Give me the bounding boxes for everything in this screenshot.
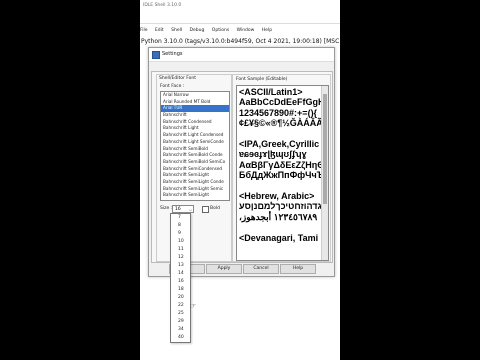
font-face-label: Font Face : (160, 84, 185, 89)
size-option[interactable]: 18 (171, 286, 190, 294)
font-frame: Shell/Editor Font Font Face : Arial Narr… (156, 74, 232, 262)
dialog-title: Settings (162, 51, 183, 57)
font-list-item[interactable]: Bahnschrift SemiLight Semic (161, 186, 229, 193)
sample-scrollbar[interactable] (321, 86, 328, 260)
font-frame-label: Shell/Editor Font (159, 76, 197, 81)
tab-bar: Fonts/Tabs Highlights Keys Windows Shell… (151, 63, 311, 82)
font-list-item[interactable]: Bahnschrift Light SemiConde (161, 139, 229, 146)
font-list-item[interactable]: Bahnschrift Condensed (161, 119, 229, 126)
size-option[interactable]: 9 (171, 230, 190, 238)
menu-edit[interactable]: Edit (155, 28, 164, 33)
font-list-item[interactable]: Bahnschrift SemiCondensed (161, 166, 229, 173)
size-dropdown-list[interactable]: 7 8 9 10 11 12 13 14 16 18 20 22 25 29 3… (170, 213, 191, 343)
menu-options[interactable]: Options (212, 28, 229, 33)
mouse-cursor-icon: ☞ (190, 302, 197, 310)
font-sample-frame: Font Sample (Editable) <ASCII/Latin1> Aa… (232, 74, 331, 262)
font-list-item[interactable]: Arial Narrow (161, 92, 229, 99)
shell-menubar: File Edit Shell Debug Options Window Hel… (140, 28, 340, 35)
font-list-item[interactable]: Bahnschrift Light (161, 125, 229, 132)
font-list-item[interactable]: Bahnschrift SemiLight (161, 192, 229, 199)
font-list-item[interactable]: Bahnschrift SemiLight Conde (161, 179, 229, 186)
size-option[interactable]: 14 (171, 270, 190, 278)
bold-checkbox[interactable] (202, 206, 209, 213)
font-list-item[interactable]: Arial Rounded MT Bold (161, 99, 229, 106)
font-face-list[interactable]: Arial Narrow Arial Rounded MT Bold Arial… (160, 91, 230, 201)
size-option[interactable]: 29 (171, 318, 190, 326)
settings-icon (152, 51, 160, 59)
font-sample-label: Font Sample (Editable) (236, 77, 288, 82)
size-option[interactable]: 22 (171, 302, 190, 310)
size-value: 16 (175, 207, 181, 212)
cancel-button[interactable]: Cancel (243, 264, 279, 274)
dialog-titlebar: Settings (149, 48, 334, 62)
shell-titlebar: IDLE Shell 3.10.0 (140, 0, 340, 24)
font-list-item[interactable]: Bahnschrift SemiLight (161, 172, 229, 179)
size-option[interactable]: 25 (171, 310, 190, 318)
shell-banner: Python 3.10.0 (tags/v3.10.0:b494f59, Oct… (141, 38, 340, 45)
size-option[interactable]: 40 (171, 334, 190, 342)
apply-button[interactable]: Apply (206, 264, 242, 274)
font-list-item-selected[interactable]: Arial TUR (161, 105, 229, 113)
size-option[interactable]: 12 (171, 254, 190, 262)
menu-debug[interactable]: Debug (190, 28, 205, 33)
menu-file[interactable]: File (140, 28, 148, 33)
size-option[interactable]: 8 (171, 222, 190, 230)
size-option[interactable]: 11 (171, 246, 190, 254)
help-button[interactable]: Help (280, 264, 316, 274)
size-option[interactable]: 13 (171, 262, 190, 270)
size-option[interactable]: 20 (171, 294, 190, 302)
bold-label: Bold (210, 206, 220, 211)
font-list-item[interactable]: Bahnschrift SemiBold Conde (161, 152, 229, 159)
font-list-item[interactable]: Bahnschrift SemiBold SemiCo (161, 159, 229, 166)
shell-title: IDLE Shell 3.10.0 (143, 3, 182, 8)
scrollbar-thumb[interactable] (323, 94, 327, 204)
menu-window[interactable]: Window (237, 28, 255, 33)
menu-help[interactable]: Help (262, 28, 272, 33)
font-list-item[interactable]: Bahnschrift Light Condensed (161, 132, 229, 139)
menu-shell[interactable]: Shell (171, 28, 182, 33)
size-option[interactable]: 16 (171, 278, 190, 286)
size-option[interactable]: 7 (171, 214, 190, 222)
size-select[interactable]: 16 ⌵ (172, 205, 194, 213)
font-sample-text[interactable]: <ASCII/Latin1> AaBbCcDdEeFfGgH 123456789… (239, 87, 323, 243)
size-label: Size : (160, 206, 173, 211)
size-option[interactable]: 34 (171, 326, 190, 334)
font-list-item[interactable]: Bahnschrift (161, 112, 229, 119)
size-option[interactable]: 10 (171, 238, 190, 246)
screen: IDLE Shell 3.10.0 File Edit Shell Debug … (140, 0, 340, 360)
font-list-item[interactable]: Bahnschrift SemiBold (161, 146, 229, 153)
font-sample-editor[interactable]: <ASCII/Latin1> AaBbCcDdEeFfGgH 123456789… (236, 85, 329, 261)
